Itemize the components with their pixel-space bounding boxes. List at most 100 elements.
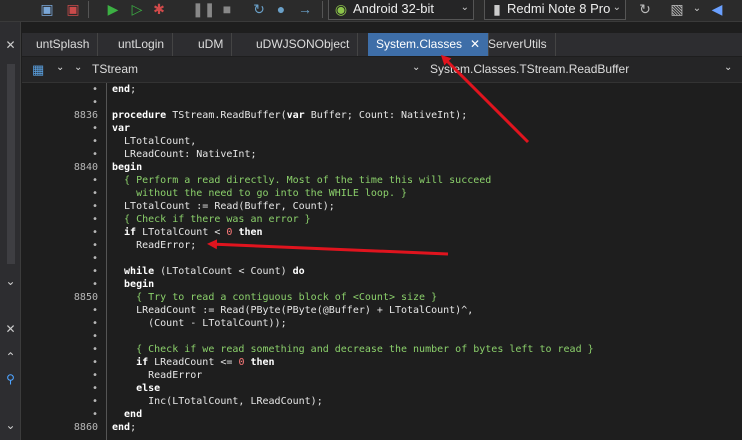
keyword-token: var — [286, 110, 305, 121]
line-number: • — [91, 227, 98, 238]
comment-token: { Check if there was an error } — [112, 214, 311, 225]
code-text: (Count - LTotalCount)); — [112, 317, 287, 330]
platform-combo[interactable]: ◉ Android 32-bit ⌄ — [328, 0, 474, 20]
line-number: • — [91, 370, 98, 381]
code-text: begin — [112, 278, 154, 291]
code-line: • { Perform a read directly. Most of the… — [22, 174, 742, 187]
code-text: begin — [112, 161, 142, 174]
close-icon[interactable]: ✕ — [470, 37, 480, 51]
chevron-down-icon[interactable]: ⌄ — [56, 62, 64, 73]
keyword-token: if — [112, 357, 149, 368]
close-icon[interactable]: ✕ — [0, 38, 21, 52]
code-line: • end — [22, 408, 742, 421]
code-line: • LTotalCount, — [22, 135, 742, 148]
code-token: LTotalCount, — [112, 136, 197, 147]
code-token: Inc(LTotalCount, LReadCount); — [112, 396, 323, 407]
debug-icon[interactable]: ✱ — [150, 0, 168, 18]
code-line: • begin — [22, 278, 742, 291]
line-number: 8840 — [73, 162, 98, 173]
code-text: ReadError — [112, 369, 202, 382]
class-combo[interactable]: TStream — [92, 62, 138, 76]
tab-serverutils[interactable]: ServerUtils — [480, 33, 556, 56]
device-combo[interactable]: ▮ Redmi Note 8 Pro ⌄ — [484, 0, 626, 20]
keyword-token: if — [112, 227, 137, 238]
code-text: { Perform a read directly. Most of the t… — [112, 174, 491, 187]
run-icon[interactable]: ▶ — [104, 0, 122, 18]
run-to-cursor-icon[interactable]: → — [296, 0, 314, 18]
code-token: LTotalCount < — [136, 227, 227, 238]
chevron-down-icon[interactable]: ⌄ — [74, 62, 82, 73]
code-token: LTotalCount := Read(Buffer, Count); — [112, 201, 335, 212]
close-icon[interactable]: ✕ — [0, 322, 21, 336]
platform-combo-value: Android 32-bit — [353, 1, 434, 16]
back-arrow-icon[interactable]: ◀ — [708, 0, 726, 18]
line-number: • — [91, 396, 98, 407]
save-all-icon[interactable]: ▣ — [64, 0, 82, 18]
pause-icon[interactable]: ❚❚ — [192, 0, 215, 18]
chevron-down-icon: ⌄ — [612, 2, 621, 13]
code-line: • if LTotalCount < 0 then — [22, 226, 742, 239]
trace-into-icon[interactable]: ● — [272, 0, 290, 18]
line-number: • — [91, 149, 98, 160]
tab-udwjsonobject[interactable]: uDWJSONObject — [248, 33, 359, 56]
line-number: • — [91, 344, 98, 355]
main-toolbar: ▣ ▣ ▶ ▷ ✱ ❚❚ ■ ↻ ● → ◉ Android 32-bit ⌄ … — [0, 0, 742, 22]
code-line: 8860 end; — [22, 421, 742, 434]
chevron-down-icon[interactable]: ⌄ — [412, 62, 420, 73]
tab-label: uDWJSONObject — [256, 37, 350, 51]
step-over-icon[interactable]: ↻ — [250, 0, 268, 18]
keyword-token: end — [112, 84, 131, 95]
structure-icon[interactable]: ▦ — [32, 62, 44, 78]
run-without-debug-icon[interactable]: ▷ — [128, 0, 146, 18]
chevron-up-icon[interactable]: ⌃ — [0, 350, 21, 364]
code-line: 8840 begin — [22, 161, 742, 174]
keyword-token: begin — [112, 162, 143, 173]
tab-udm[interactable]: uDM — [190, 33, 233, 56]
code-token: Buffer; Count: NativeInt); — [304, 110, 468, 121]
line-number: 8860 — [73, 422, 98, 433]
code-line: • — [22, 96, 742, 109]
chevron-down-icon[interactable]: ⌄ — [0, 274, 21, 288]
code-editor[interactable]: • end; • 8836 procedure TStream.ReadBuffer(v… — [22, 83, 742, 440]
code-line: • — [22, 330, 742, 343]
chevron-down-icon: ⌄ — [460, 2, 469, 13]
code-token: LReadCount := Read(PByte(PByte(@Buffer) … — [112, 305, 474, 316]
code-text: if LTotalCount < 0 then — [112, 226, 263, 239]
tab-system-classes[interactable]: System.Classes ✕ — [368, 33, 490, 56]
code-line: • ReadError — [22, 369, 742, 382]
line-number: 8836 — [73, 110, 98, 121]
save-icon[interactable]: ▣ — [38, 0, 56, 18]
code-line: • { Check if we read something and decre… — [22, 343, 742, 356]
line-number: • — [91, 266, 98, 277]
line-number: • — [91, 331, 98, 342]
code-line: • if LReadCount <= 0 then — [22, 356, 742, 369]
code-token: (Count - LTotalCount)); — [112, 318, 287, 329]
code-line: • var — [22, 122, 742, 135]
search-icon[interactable]: ⚲ — [0, 372, 21, 386]
tab-label: System.Classes — [376, 37, 463, 51]
code-line: • while (LTotalCount < Count) do — [22, 265, 742, 278]
panel-scrollbar-thumb[interactable] — [7, 64, 15, 264]
refresh-icon[interactable]: ↻ — [636, 0, 654, 18]
code-text: if LReadCount <= 0 then — [112, 356, 275, 369]
toolbar-separator — [322, 1, 323, 18]
chevron-down-icon[interactable]: ⌄ — [688, 0, 706, 18]
code-navigation-bar: ▦ ⌄ ⌄ TStream ⌄ System.Classes.TStream.R… — [22, 57, 742, 83]
comment-token: { Try to read a contiguous block of <Cou… — [112, 292, 438, 303]
code-line: • end; — [22, 83, 742, 96]
tab-untsplash[interactable]: untSplash — [28, 33, 99, 56]
method-combo[interactable]: System.Classes.TStream.ReadBuffer — [430, 62, 629, 76]
comment-token: without the need to go into the WHILE lo… — [112, 188, 408, 199]
line-number: • — [91, 305, 98, 316]
code-text: { Check if there was an error } — [112, 213, 311, 226]
chevron-down-icon[interactable]: ⌄ — [0, 418, 21, 432]
layout-icon[interactable]: ▧ — [668, 0, 686, 18]
keyword-token: else — [112, 383, 161, 394]
code-text: procedure TStream.ReadBuffer(var Buffer;… — [112, 109, 467, 122]
code-text: LTotalCount, — [112, 135, 196, 148]
chevron-down-icon[interactable]: ⌄ — [724, 62, 732, 73]
tab-untlogin[interactable]: untLogin — [110, 33, 174, 56]
code-text: end; — [112, 83, 136, 96]
code-token: LReadCount: NativeInt; — [112, 149, 257, 160]
stop-icon[interactable]: ■ — [218, 0, 236, 18]
